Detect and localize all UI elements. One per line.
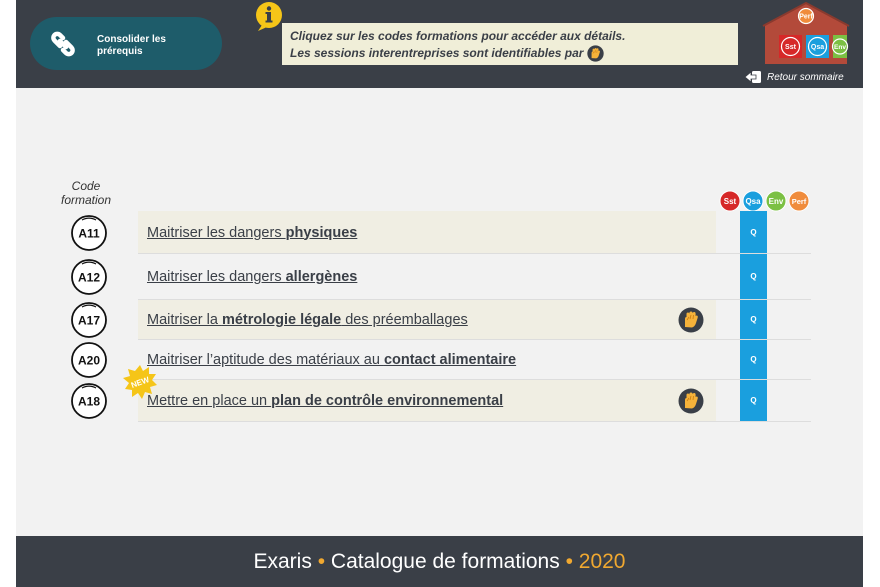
- footer-year: 2020: [578, 550, 626, 573]
- house-left-label: Sst: [785, 44, 797, 51]
- table-row: A12 Maitriser les dangers allergènes Q: [16, 254, 863, 300]
- interentreprise-hand-icon: [587, 45, 605, 63]
- prereq-label-line1: Consolider les: [97, 34, 166, 45]
- code-badge-label: A11: [78, 226, 100, 240]
- title-pre: Mettre en place un: [147, 393, 272, 409]
- code-header-line2: formation: [60, 193, 112, 207]
- consolider-prerequis-button[interactable]: Consolider les prérequis: [30, 17, 222, 70]
- house-roof-label: Perf: [799, 14, 813, 21]
- title-bold: plan de contrôle environnemental: [271, 393, 504, 409]
- cat-sst-label: Sst: [724, 197, 737, 206]
- cat-env-label: Env: [769, 197, 784, 206]
- table-row: A11 Maitriser les dangers physiques Q: [16, 211, 863, 254]
- formation-title-link[interactable]: Maitriser les dangers allergènes: [147, 269, 357, 285]
- prereq-label-line2: prérequis: [97, 46, 143, 57]
- retour-sommaire-label: Retour sommaire: [767, 71, 844, 83]
- footer-separator: •: [317, 550, 326, 573]
- category-house-icon: Perf Sst Qsa Env: [762, 2, 850, 64]
- cat-perf-label: Perf: [792, 197, 807, 206]
- cat-qsa-label: Qsa: [745, 197, 761, 206]
- title-pre: Maitriser la: [147, 312, 222, 328]
- table-row: A18 NEW Mettre en place un plan de contr…: [16, 365, 863, 422]
- info-icon: [256, 2, 282, 31]
- retour-sommaire-link[interactable]: Retour sommaire: [744, 69, 844, 85]
- title-pre: Maitriser les dangers: [147, 269, 286, 285]
- footer-title: Exaris • Catalogue de formations • 2020: [16, 536, 863, 587]
- title-bold: physiques: [285, 224, 358, 241]
- code-badge-label: A12: [78, 271, 100, 285]
- interentreprise-hand-icon: [678, 388, 704, 414]
- code-header-line1: Code: [71, 179, 101, 193]
- house-mid-label: Qsa: [811, 44, 824, 51]
- info-line1: Cliquez sur les codes formations pour ac…: [290, 29, 626, 43]
- footer-separator: •: [565, 550, 573, 573]
- code-badge-A18[interactable]: A18: [70, 382, 108, 420]
- info-line2: Les sessions interentreprises sont ident…: [290, 45, 738, 63]
- code-badge-A20[interactable]: A20: [70, 341, 108, 379]
- header-bar: Consolider les prérequis Cliquez sur les…: [16, 0, 863, 88]
- qsa-mark: Q: [750, 396, 757, 405]
- title-pre: Maitriser l’aptitude des matériaux au: [147, 352, 384, 368]
- code-badge-label: A20: [78, 354, 100, 368]
- qsa-mark: Q: [750, 315, 757, 324]
- title-bold: allergènes: [285, 269, 358, 285]
- code-badge-A11[interactable]: A11: [70, 214, 108, 252]
- qsa-mark: Q: [750, 227, 757, 237]
- info-box: Cliquez sur les codes formations pour ac…: [282, 23, 738, 65]
- title-bold: métrologie légale: [221, 312, 342, 328]
- title-bold: contact alimentaire: [383, 352, 517, 368]
- code-badge-label: A17: [78, 314, 100, 328]
- chain-link-icon: [51, 31, 75, 57]
- table-row: A17 Maitriser la métrologie légale des p…: [16, 300, 863, 340]
- qsa-mark: Q: [750, 355, 757, 364]
- exit-arrow-icon: [744, 71, 761, 83]
- row-divider: [138, 421, 811, 422]
- qsa-mark: Q: [750, 272, 757, 281]
- category-strip: Sst Qsa Env Perf: [719, 190, 810, 212]
- footer-bar: Exaris • Catalogue de formations • 2020: [16, 536, 863, 587]
- info-line2-text: Les sessions interentreprises sont ident…: [290, 46, 584, 60]
- code-badge-A17[interactable]: A17: [70, 301, 108, 339]
- house-right-label: Env: [834, 44, 846, 51]
- formation-title-link[interactable]: Mettre en place un plan de contrôle envi…: [147, 393, 503, 409]
- prereq-label: Consolider les prérequis: [97, 34, 207, 58]
- formation-title-link[interactable]: Maitriser l’aptitude des matériaux au co…: [147, 352, 516, 368]
- code-formation-header: Code formation: [46, 179, 126, 207]
- title-post: des préemballages: [341, 312, 468, 328]
- interentreprise-hand-icon: [678, 307, 704, 333]
- code-badge-A12[interactable]: A12: [70, 258, 108, 296]
- catalog-page: Consolider les prérequis Cliquez sur les…: [16, 0, 863, 587]
- formation-title-link[interactable]: Maitriser la métrologie légale des préem…: [147, 312, 468, 328]
- title-pre: Maitriser les dangers: [147, 224, 286, 241]
- formation-title-link[interactable]: Maitriser les dangers physiques: [147, 225, 357, 241]
- footer-catalog-title: Catalogue de formations: [330, 550, 560, 573]
- code-badge-label: A18: [78, 395, 100, 409]
- footer-brand: Exaris: [253, 550, 312, 573]
